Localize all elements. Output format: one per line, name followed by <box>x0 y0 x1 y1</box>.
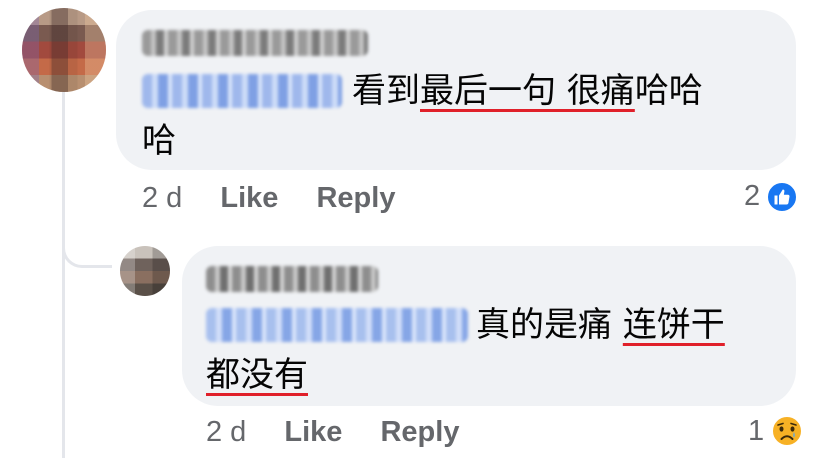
like-button[interactable]: Like <box>220 182 278 214</box>
underlined-text: 都没有 <box>206 355 308 395</box>
reaction-summary[interactable]: 1 <box>748 414 804 448</box>
reply-text-line-1: 真的是痛 连饼干 <box>476 300 725 350</box>
comment-text-segment: 真的是痛 <box>476 305 623 345</box>
timestamp[interactable]: 2 d <box>142 182 182 214</box>
comment-text-line-2: 哈 <box>142 116 176 166</box>
comment-text-segment: 哈 <box>142 121 176 161</box>
avatar[interactable] <box>120 246 170 296</box>
timestamp[interactable]: 2 d <box>206 416 246 448</box>
author-name-blurred[interactable] <box>142 30 368 56</box>
author-name-blurred[interactable] <box>206 266 378 292</box>
reaction-count: 1 <box>748 414 765 447</box>
comment-text-segment: 看到 <box>352 71 420 111</box>
reply-text-line-2: 都没有 <box>206 350 308 400</box>
mention-tag-blurred[interactable] <box>142 74 342 108</box>
comment-text-line-1: 看到最后一句 很痛哈哈 <box>352 66 703 116</box>
reply-connector <box>62 222 112 268</box>
thread-line <box>62 92 65 458</box>
reply-actions: 2 d Like Reply <box>206 416 459 449</box>
reply-button[interactable]: Reply <box>316 182 395 214</box>
like-icon <box>766 180 799 213</box>
underlined-text: 连饼干 <box>622 305 725 345</box>
mention-tag-blurred[interactable] <box>206 308 468 342</box>
reaction-count: 2 <box>744 180 761 212</box>
comment-text-segment: 哈哈 <box>634 71 703 111</box>
reaction-summary[interactable]: 2 <box>744 180 799 213</box>
like-button[interactable]: Like <box>284 416 342 448</box>
avatar[interactable] <box>22 8 106 92</box>
sad-face-icon <box>770 414 804 448</box>
comment-actions: 2 d Like Reply <box>142 182 395 215</box>
reply-button[interactable]: Reply <box>380 416 459 448</box>
underlined-text: 最后一句 很痛 <box>420 71 635 111</box>
